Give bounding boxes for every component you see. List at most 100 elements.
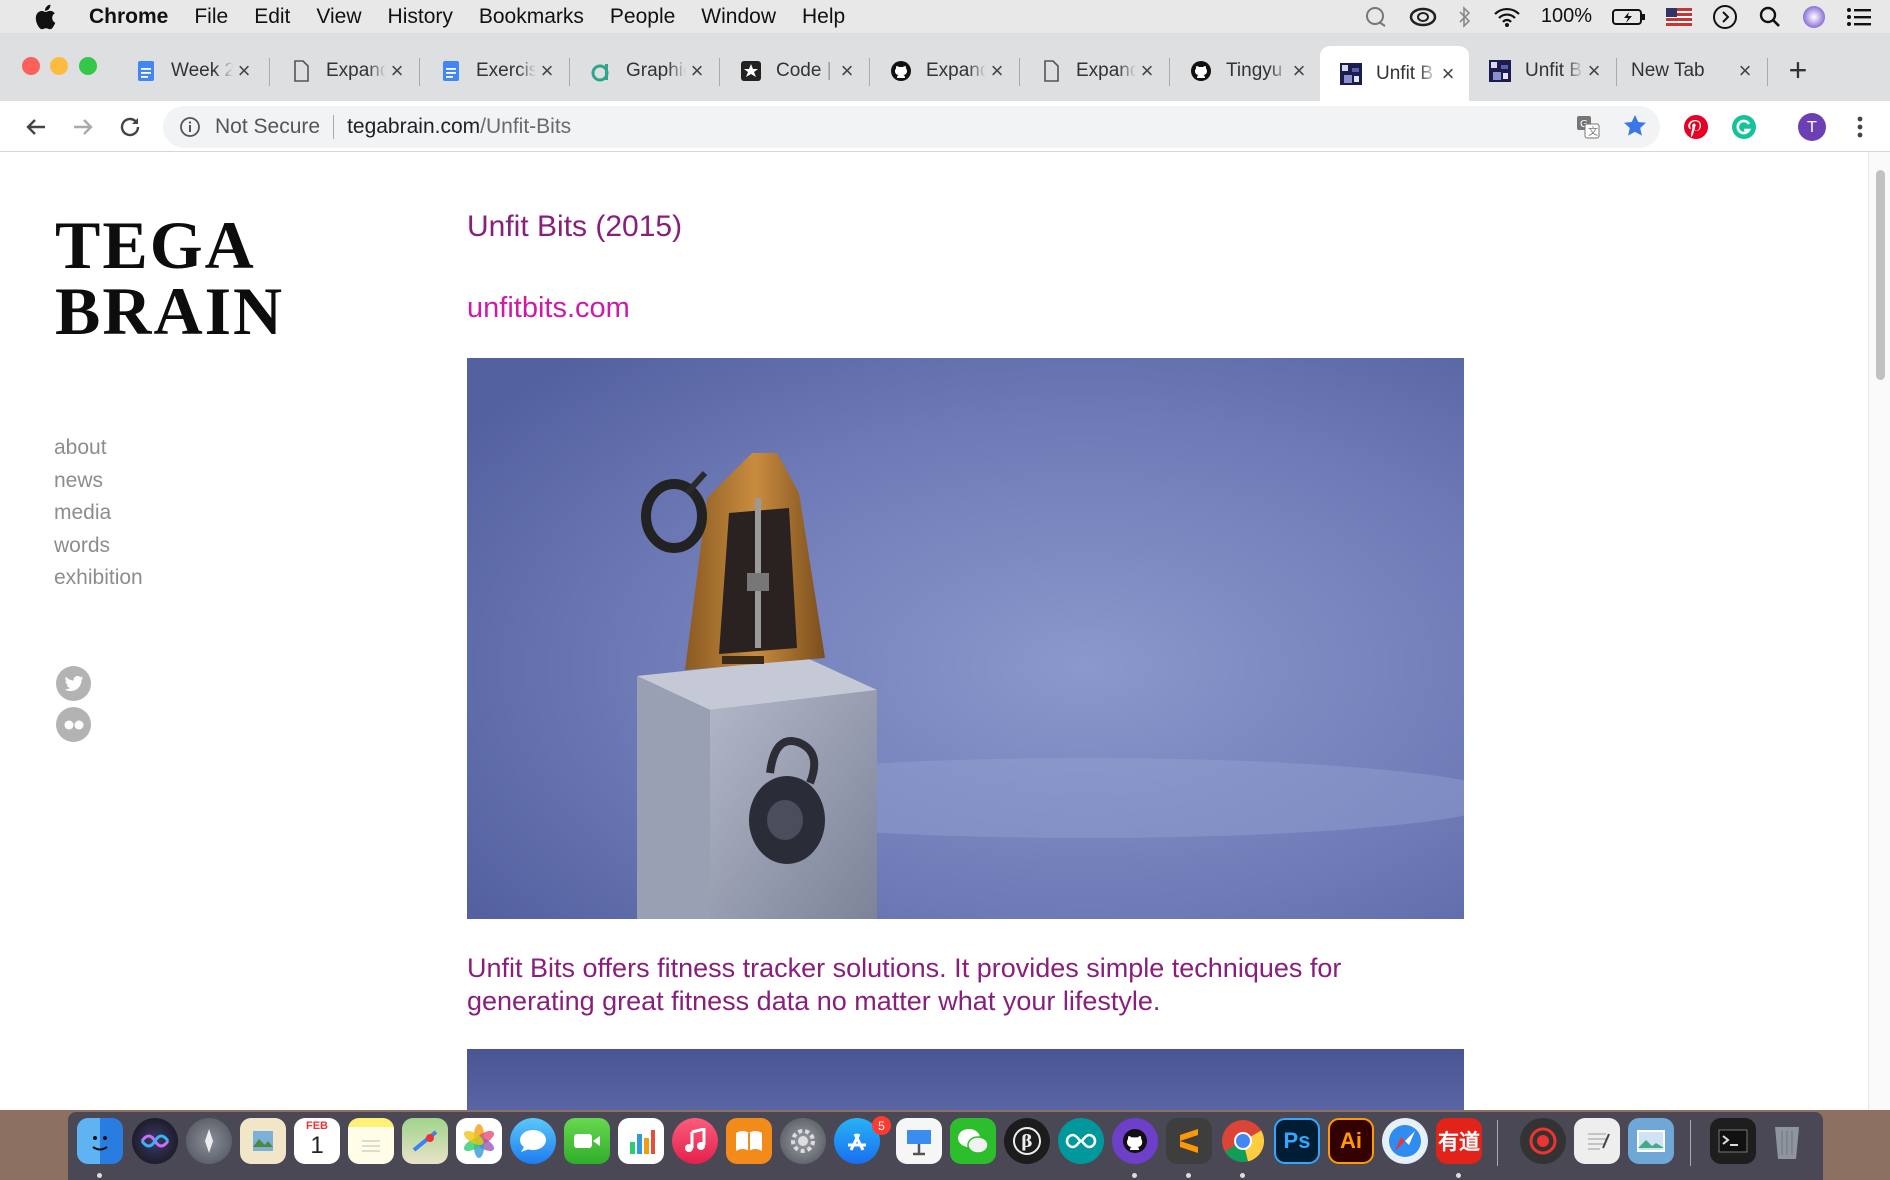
close-icon[interactable]: × [536,58,558,83]
tab-unfit-bits-active[interactable]: Unfit B × [1320,46,1469,101]
close-icon[interactable]: × [1734,58,1756,83]
youdao-icon[interactable]: 有道 [1436,1118,1482,1164]
textedit-icon[interactable] [1574,1118,1620,1164]
close-icon[interactable]: × [686,58,708,83]
arduino-icon[interactable] [1058,1118,1104,1164]
us-flag-icon[interactable] [1666,7,1692,26]
close-icon[interactable]: × [1288,58,1310,83]
menu-help[interactable]: Help [802,5,845,29]
calendar-icon[interactable]: FEB 1 [294,1118,340,1164]
notes-icon[interactable] [348,1118,394,1164]
tab-expand-3[interactable]: Expand × [1020,48,1168,94]
messages-icon[interactable] [510,1118,556,1164]
nav-about[interactable]: about [54,432,143,465]
sublime-text-icon[interactable] [1166,1118,1212,1164]
close-icon[interactable]: × [836,58,858,83]
nav-words[interactable]: words [54,530,143,563]
spotlight-search-icon[interactable] [1758,5,1782,29]
cast-status-icon[interactable] [1712,4,1738,30]
launchpad-icon[interactable] [186,1118,232,1164]
forward-arrow-icon[interactable] [67,111,99,143]
chrome-icon[interactable] [1220,1118,1266,1164]
chat-status-icon[interactable] [1365,6,1389,28]
close-icon[interactable]: × [233,58,255,83]
facetime-icon[interactable] [564,1118,610,1164]
tab-unfit-bits-2[interactable]: Unfit B × [1469,48,1615,94]
battery-icon[interactable] [1612,7,1646,27]
wifi-icon[interactable] [1493,6,1521,28]
itunes-icon[interactable] [672,1118,718,1164]
grammarly-icon[interactable] [1729,112,1759,142]
window-minimize-button[interactable] [50,57,68,75]
screen-recorder-icon[interactable] [1520,1118,1566,1164]
terminal-icon[interactable] [1710,1118,1756,1164]
illustrator-icon[interactable]: Ai [1328,1118,1374,1164]
photoshop-icon[interactable]: Ps [1274,1118,1320,1164]
tab-tingyu[interactable]: Tingyu × [1170,48,1320,94]
translate-icon[interactable]: G文 [1576,115,1600,145]
nav-exhibition[interactable]: exhibition [54,562,143,595]
notification-center-icon[interactable] [1846,7,1872,27]
close-icon[interactable]: × [1437,61,1459,86]
close-icon[interactable]: × [386,58,408,83]
illustrator-label: Ai [1340,1128,1362,1153]
info-icon[interactable] [179,116,201,138]
finder-icon[interactable] [77,1118,123,1164]
menu-app-name[interactable]: Chrome [89,5,168,29]
tab-expand-1[interactable]: Expand × [270,48,418,94]
image-viewer-icon[interactable] [1628,1118,1674,1164]
bluetooth-icon[interactable] [1457,5,1473,28]
window-zoom-button[interactable] [79,57,97,75]
trash-icon[interactable] [1764,1118,1810,1164]
close-icon[interactable]: × [1583,58,1605,83]
wechat-icon[interactable] [950,1118,996,1164]
preview-icon[interactable] [240,1118,286,1164]
chrome-menu-icon[interactable] [1845,112,1875,142]
tab-exercise[interactable]: Exercise × [420,48,568,94]
profile-avatar[interactable]: T [1797,112,1827,142]
menu-file[interactable]: File [194,5,228,29]
reload-icon[interactable] [114,111,146,143]
bookmark-star-icon[interactable] [1622,113,1648,145]
menu-people[interactable]: People [610,5,675,29]
photos-icon[interactable] [456,1118,502,1164]
numbers-icon[interactable] [618,1118,664,1164]
system-preferences-icon[interactable] [780,1118,826,1164]
twitter-icon[interactable] [56,666,91,701]
nav-news[interactable]: news [54,465,143,498]
safari-icon[interactable] [1382,1118,1428,1164]
pycharm-style-icon[interactable]: β [1004,1118,1050,1164]
project-image-metronome [467,358,1464,919]
tab-expand-2[interactable]: Expand × [870,48,1018,94]
close-icon[interactable]: × [1136,58,1158,83]
tab-week-2[interactable]: Week 2 × [115,48,265,94]
menu-bookmarks[interactable]: Bookmarks [479,5,584,29]
maps-icon[interactable] [402,1118,448,1164]
keynote-icon[interactable] [896,1118,942,1164]
menu-history[interactable]: History [388,5,453,29]
creative-cloud-icon[interactable] [1409,6,1437,28]
new-tab-button[interactable]: + [1782,52,1814,88]
tab-graphic[interactable]: Graphic × [570,48,718,94]
github-desktop-icon[interactable] [1112,1118,1158,1164]
flickr-icon[interactable] [56,707,91,742]
back-arrow-icon[interactable] [20,111,52,143]
books-icon[interactable] [726,1118,772,1164]
scrollbar-thumb[interactable] [1876,170,1885,380]
siri-icon[interactable] [1802,5,1826,29]
menu-edit[interactable]: Edit [254,5,290,29]
nav-media[interactable]: media [54,497,143,530]
address-bar[interactable]: Not Secure tegabrain.com/Unfit-Bits G文 [163,106,1660,148]
site-logo[interactable]: TEGA BRAIN [55,211,284,345]
tab-new-tab[interactable]: New Tab × [1616,48,1766,94]
project-link[interactable]: unfitbits.com [467,292,630,325]
window-close-button[interactable] [22,57,40,75]
menu-view[interactable]: View [316,5,361,29]
siri-icon[interactable] [132,1118,178,1164]
menu-window[interactable]: Window [701,5,776,29]
close-icon[interactable]: × [986,58,1008,83]
tab-code[interactable]: Code | × [720,48,868,94]
security-label[interactable]: Not Secure [215,115,320,139]
apple-icon[interactable] [30,4,60,30]
pinterest-icon[interactable] [1681,112,1711,142]
